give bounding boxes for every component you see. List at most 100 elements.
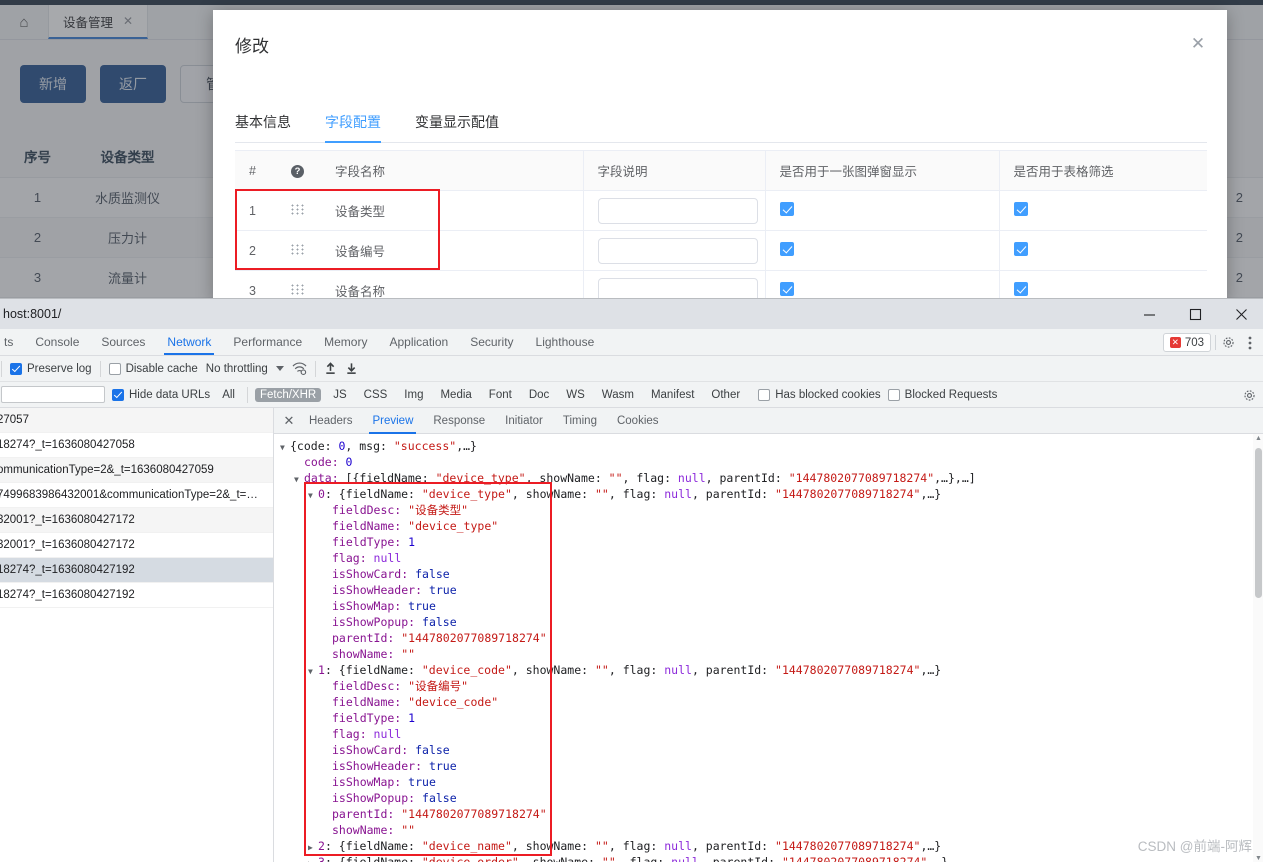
json-line[interactable]: ▼ 0: {fieldName: "device_type", showName:… <box>274 486 1263 502</box>
json-line[interactable]: fieldName: "device_code" <box>274 694 1263 710</box>
popup-display-checkbox[interactable] <box>779 282 794 296</box>
expand-arrow-icon[interactable]: ▼ <box>294 472 304 488</box>
json-line[interactable]: ▼ 1: {fieldName: "device_code", showName:… <box>274 662 1263 678</box>
json-line[interactable]: isShowMap: true <box>274 598 1263 614</box>
hide-data-urls-option[interactable]: Hide data URLs <box>112 388 210 401</box>
field-config-row[interactable]: 1 设备类型 <box>235 190 1207 231</box>
filter-type-fetch-xhr[interactable]: Fetch/XHR <box>254 387 322 402</box>
json-line[interactable]: ▼ data: [{fieldName: "device_type", showN… <box>274 470 1263 486</box>
filter-type-ws[interactable]: WS <box>561 388 590 402</box>
filter-type-manifest[interactable]: Manifest <box>646 388 699 402</box>
json-line[interactable]: showName: "" <box>274 646 1263 662</box>
request-row[interactable]: 18274?_t=1636080427192 <box>0 583 273 608</box>
throttling-select[interactable]: No throttling <box>206 363 268 375</box>
request-row[interactable]: 7499683986432001&communicationType=2&_t=… <box>0 483 273 508</box>
tab-network[interactable]: Network <box>156 329 222 355</box>
minimize-icon[interactable] <box>1126 299 1172 329</box>
cell-popup-checkbox[interactable] <box>764 190 999 231</box>
expand-arrow-icon[interactable]: ▼ <box>308 488 318 504</box>
has-blocked-cookies-option[interactable]: Has blocked cookies <box>758 388 881 401</box>
json-line[interactable]: ▶ 2: {fieldName: "device_name", showName:… <box>274 838 1263 854</box>
json-line[interactable]: ▶3: {fieldName: "device_order", showName… <box>274 854 1263 862</box>
blocked-requests-checkbox[interactable] <box>887 388 900 401</box>
more-options-icon[interactable] <box>1241 336 1258 350</box>
json-line[interactable]: isShowPopup: false <box>274 614 1263 630</box>
field-desc-input[interactable] <box>597 237 758 264</box>
json-line[interactable]: isShowCard: false <box>274 566 1263 582</box>
request-row[interactable]: 32001?_t=1636080427172 <box>0 508 273 533</box>
request-row[interactable]: 27057 <box>0 408 273 433</box>
has-blocked-cookies-checkbox[interactable] <box>758 388 771 401</box>
request-row-selected[interactable]: 18274?_t=1636080427192 <box>0 558 273 583</box>
popup-display-checkbox[interactable] <box>779 242 794 256</box>
gear-icon[interactable] <box>1220 336 1237 349</box>
json-line[interactable]: parentId: "1447802077089718274" <box>274 630 1263 646</box>
preview-scrollbar[interactable]: ▲ ▼ <box>1253 434 1263 862</box>
json-line[interactable]: fieldDesc: "设备类型" <box>274 502 1263 518</box>
error-count-badge[interactable]: ✕ 703 <box>1162 333 1211 352</box>
json-line[interactable]: isShowHeader: true <box>274 582 1263 598</box>
table-filter-checkbox[interactable] <box>1013 282 1028 296</box>
preserve-log-checkbox[interactable] <box>10 362 22 375</box>
export-har-icon[interactable] <box>345 362 358 375</box>
cell-filter-checkbox[interactable] <box>998 230 1207 271</box>
tab-cookies[interactable]: Cookies <box>608 408 668 434</box>
gear-icon[interactable] <box>1243 382 1256 408</box>
filter-type-js[interactable]: JS <box>328 388 351 402</box>
expand-arrow-icon[interactable]: ▼ <box>280 440 290 456</box>
request-row[interactable]: 32001?_t=1636080427172 <box>0 533 273 558</box>
tab-preview[interactable]: Preview <box>363 408 422 434</box>
import-har-icon[interactable] <box>324 362 337 375</box>
json-line[interactable]: isShowPopup: false <box>274 790 1263 806</box>
blocked-requests-option[interactable]: Blocked Requests <box>887 388 997 401</box>
disable-cache-option[interactable]: Disable cache <box>108 362 198 375</box>
json-line[interactable]: isShowMap: true <box>274 774 1263 790</box>
request-row[interactable]: ommunicationType=2&_t=1636080427059 <box>0 458 273 483</box>
tab-sources[interactable]: Sources <box>90 329 156 355</box>
json-line[interactable]: fieldType: 1 <box>274 534 1263 550</box>
popup-display-checkbox[interactable] <box>779 202 794 216</box>
drag-handle-icon[interactable] <box>291 243 304 255</box>
json-line[interactable]: parentId: "1447802077089718274" <box>274 806 1263 822</box>
json-line[interactable]: fieldDesc: "设备编号" <box>274 678 1263 694</box>
table-filter-checkbox[interactable] <box>1013 242 1028 256</box>
json-line[interactable]: isShowCard: false <box>274 742 1263 758</box>
close-icon[interactable] <box>1218 299 1263 329</box>
tab-basic-info[interactable]: 基本信息 <box>235 112 291 142</box>
drag-handle-icon[interactable] <box>291 283 304 295</box>
filter-type-img[interactable]: Img <box>399 388 428 402</box>
cell-drag[interactable] <box>277 190 321 231</box>
tab-application[interactable]: Application <box>378 329 459 355</box>
filter-type-all[interactable]: All <box>217 388 240 402</box>
cell-popup-checkbox[interactable] <box>764 230 999 271</box>
expand-arrow-icon[interactable]: ▼ <box>308 664 318 680</box>
disable-cache-checkbox[interactable] <box>108 362 121 375</box>
tab-console[interactable]: Console <box>24 329 90 355</box>
field-desc-input[interactable] <box>597 197 758 224</box>
field-config-row[interactable]: 2 设备编号 <box>235 230 1207 271</box>
filter-type-media[interactable]: Media <box>435 388 476 402</box>
tab-lighthouse[interactable]: Lighthouse <box>525 329 606 355</box>
json-line[interactable]: ▼ {code: 0, msg: "success",…} <box>274 438 1263 454</box>
scroll-down-icon[interactable]: ▼ <box>1255 855 1262 862</box>
tab-field-config[interactable]: 字段配置 <box>325 112 381 143</box>
cell-filter-checkbox[interactable] <box>998 190 1207 231</box>
json-line[interactable]: flag: null <box>274 726 1263 742</box>
filter-type-wasm[interactable]: Wasm <box>597 388 639 402</box>
json-preview-tree[interactable]: ▼ {code: 0, msg: "success",…} code: 0 ▼ data… <box>274 434 1263 862</box>
cell-drag[interactable] <box>277 230 321 271</box>
json-line[interactable]: isShowHeader: true <box>274 758 1263 774</box>
drag-handle-icon[interactable] <box>291 203 304 215</box>
hide-data-urls-checkbox[interactable] <box>112 388 124 401</box>
json-line[interactable]: code: 0 <box>274 454 1263 470</box>
collapse-arrow-icon[interactable]: ▶ <box>308 856 318 862</box>
filter-type-font[interactable]: Font <box>484 388 517 402</box>
filter-type-css[interactable]: CSS <box>359 388 393 402</box>
preserve-log-option[interactable]: Preserve log <box>10 362 92 375</box>
tab-security[interactable]: Security <box>459 329 524 355</box>
tab-elements[interactable]: ts <box>0 329 24 355</box>
tab-performance[interactable]: Performance <box>222 329 313 355</box>
filter-input[interactable] <box>1 386 105 403</box>
tab-timing[interactable]: Timing <box>554 408 606 434</box>
help-icon[interactable]: ? <box>291 165 304 178</box>
